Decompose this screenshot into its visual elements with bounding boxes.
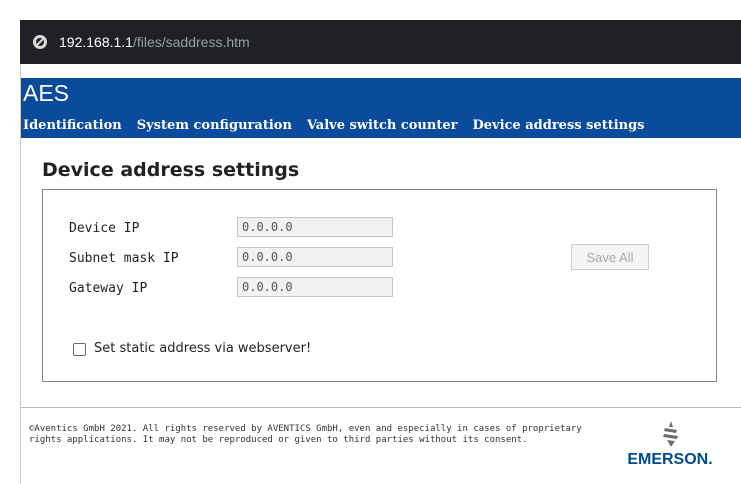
- device-ip-label: Device IP: [69, 221, 140, 236]
- url-text[interactable]: 192.168.1.1/files/saddress.htm: [59, 34, 250, 50]
- footer-divider: [21, 407, 741, 408]
- browser-window: 192.168.1.1/files/saddress.htm AES Ident…: [20, 20, 741, 484]
- emerson-logo-icon: [663, 421, 678, 447]
- static-address-label[interactable]: Set static address via webserver!: [94, 341, 311, 356]
- url-path: /files/saddress.htm: [132, 34, 250, 50]
- url-host: 192.168.1.1: [59, 34, 133, 50]
- app-title: AES: [23, 80, 70, 106]
- save-all-button[interactable]: Save All: [571, 244, 649, 270]
- gateway-ip-input[interactable]: 0.0.0.0: [237, 277, 393, 297]
- emerson-logo-text: EMERSON.: [627, 451, 713, 468]
- nav-device-address-settings[interactable]: Device address settings: [472, 118, 644, 133]
- page-title: Device address settings: [42, 159, 300, 181]
- main-nav: Identification System configuration Valv…: [23, 118, 660, 133]
- emerson-logo: EMERSON.: [618, 421, 728, 471]
- nav-identification[interactable]: Identification: [23, 118, 122, 133]
- nav-valve-switch-counter[interactable]: Valve switch counter: [307, 118, 458, 133]
- subnet-mask-input[interactable]: 0.0.0.0: [237, 247, 393, 267]
- header-bar: AES Identification System configuration …: [21, 78, 741, 138]
- nav-system-configuration[interactable]: System configuration: [137, 118, 292, 133]
- gateway-ip-label: Gateway IP: [69, 281, 148, 296]
- page-content: AES Identification System configuration …: [20, 64, 741, 484]
- address-settings-panel: Device IP 0.0.0.0 Subnet mask IP 0.0.0.0…: [42, 189, 717, 382]
- device-ip-input[interactable]: 0.0.0.0: [237, 217, 393, 237]
- copyright-notice: ©Aventics GmbH 2021. All rights reserved…: [29, 424, 582, 445]
- static-address-checkbox[interactable]: [73, 343, 86, 356]
- subnet-mask-label: Subnet mask IP: [69, 251, 179, 266]
- site-info-icon[interactable]: [33, 35, 47, 49]
- address-bar[interactable]: 192.168.1.1/files/saddress.htm: [20, 20, 741, 64]
